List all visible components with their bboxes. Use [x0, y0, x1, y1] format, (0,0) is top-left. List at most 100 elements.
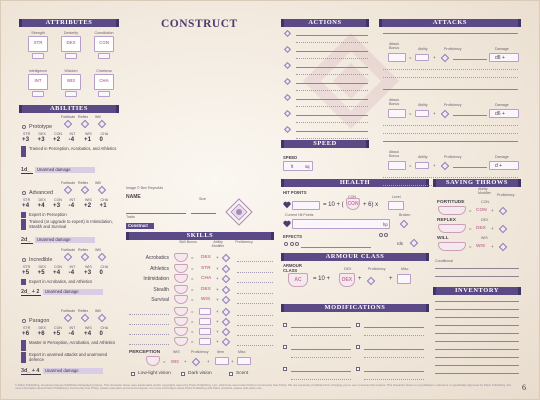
skill-bonus-field[interactable]: [174, 295, 188, 304]
custom-skill-line[interactable]: [129, 344, 169, 345]
save-proficiency-diamond[interactable]: [97, 185, 107, 195]
save-proficiency-diamond[interactable]: [63, 252, 73, 262]
inventory-line[interactable]: [435, 357, 519, 358]
modification-line[interactable]: [291, 349, 351, 350]
action-detail-line[interactable]: [296, 122, 368, 123]
action-line[interactable]: [296, 35, 368, 36]
attack-proficiency-diamond[interactable]: [440, 161, 450, 171]
attack-notes-line[interactable]: [383, 69, 518, 70]
tier-radio[interactable]: [22, 258, 26, 262]
modification-detail-line[interactable]: [364, 335, 424, 336]
effect-circle[interactable]: [295, 242, 299, 246]
current-hp-field[interactable]: [292, 219, 390, 229]
attribute-mod-field[interactable]: [98, 53, 110, 59]
attack-proficiency-diamond[interactable]: [440, 109, 450, 119]
unarmed-damage-die[interactable]: 2d_: [21, 237, 33, 244]
attack-proficiency-diamond[interactable]: [440, 53, 450, 63]
modification-detail-line[interactable]: [291, 357, 351, 358]
skill-proficiency-diamond[interactable]: [221, 253, 231, 263]
custom-skill-bonus[interactable]: [174, 307, 188, 316]
unarmed-damage-die[interactable]: 3d_ + 4: [21, 368, 41, 375]
attack-notes-line[interactable]: [383, 177, 518, 178]
tier-radio[interactable]: [22, 191, 26, 195]
attack-bonus-field[interactable]: [388, 161, 406, 170]
ac-shield[interactable]: AC: [288, 273, 308, 287]
save-proficiency-diamond[interactable]: [80, 185, 90, 195]
action-line[interactable]: [296, 99, 368, 100]
save-total-field[interactable]: [438, 206, 466, 215]
save-proficiency-diamond[interactable]: [80, 313, 90, 323]
sense-checkbox[interactable]: [181, 372, 185, 376]
perception-item-field[interactable]: [215, 357, 229, 365]
custom-skill-mod[interactable]: [199, 338, 211, 345]
unarmed-damage-die[interactable]: 1d_: [21, 167, 33, 174]
inventory-line[interactable]: [435, 301, 519, 302]
save-total-field[interactable]: [438, 224, 466, 233]
skill-proficiency-diamond[interactable]: [221, 264, 231, 273]
custom-skill-mod[interactable]: [199, 328, 211, 335]
action-detail-line[interactable]: [296, 58, 368, 59]
skill-bonus-field[interactable]: [174, 263, 188, 273]
save-proficiency-diamond[interactable]: [498, 206, 508, 216]
attack-ability-field[interactable]: [415, 54, 429, 61]
name-field[interactable]: [126, 213, 186, 214]
attribute-mod-field[interactable]: [32, 53, 44, 59]
tier-radio[interactable]: [22, 125, 26, 129]
max-hp-field[interactable]: [292, 201, 320, 210]
ac-proficiency-diamond[interactable]: [366, 276, 376, 286]
save-proficiency-diamond[interactable]: [63, 313, 73, 323]
inventory-line[interactable]: [435, 309, 519, 310]
save-proficiency-diamond[interactable]: [63, 119, 73, 129]
custom-skill-line[interactable]: [129, 324, 169, 325]
modification-line[interactable]: [364, 371, 424, 372]
attack-notes-line[interactable]: [383, 77, 518, 78]
sense-checkbox[interactable]: [229, 372, 233, 376]
action-detail-line[interactable]: [296, 90, 368, 91]
action-detail-line[interactable]: [296, 42, 368, 43]
skill-bonus-field[interactable]: [174, 284, 188, 294]
inventory-line[interactable]: [435, 333, 519, 334]
perception-misc-field[interactable]: [237, 357, 251, 365]
effect-circle[interactable]: [289, 242, 294, 246]
attack-notes-line[interactable]: [383, 133, 518, 134]
effect-diamond[interactable]: [409, 238, 419, 248]
custom-skill-line[interactable]: [129, 334, 169, 335]
attribute-mod-field[interactable]: [32, 91, 44, 97]
modification-checkbox[interactable]: [283, 345, 287, 349]
attack-bonus-field[interactable]: [388, 109, 406, 118]
modification-detail-line[interactable]: [291, 379, 351, 380]
attack-damage-field[interactable]: [489, 161, 519, 170]
skill-proficiency-diamond[interactable]: [221, 295, 231, 305]
save-proficiency-diamond[interactable]: [498, 224, 508, 234]
custom-skill-proficiency[interactable]: [221, 307, 231, 317]
attack-traits-line[interactable]: [453, 59, 487, 60]
attack-bonus-field[interactable]: [388, 53, 406, 62]
save-proficiency-diamond[interactable]: [97, 313, 107, 323]
custom-skill-bonus[interactable]: [174, 337, 188, 346]
unarmed-damage-die[interactable]: 2d_ + 2: [21, 289, 41, 296]
save-proficiency-diamond[interactable]: [97, 119, 107, 129]
custom-skill-bonus[interactable]: [174, 327, 188, 336]
save-proficiency-diamond[interactable]: [97, 252, 107, 262]
modification-checkbox[interactable]: [356, 367, 360, 371]
ac-misc-field[interactable]: [397, 274, 411, 284]
ac-dex-shield[interactable]: DEX: [339, 273, 355, 287]
save-proficiency-diamond[interactable]: [80, 119, 90, 129]
attack-name-line[interactable]: [383, 89, 518, 90]
attribute-mod-field[interactable]: [65, 53, 77, 59]
inventory-line[interactable]: [435, 341, 519, 342]
attack-traits-line[interactable]: [453, 167, 487, 168]
skill-proficiency-diamond[interactable]: [221, 274, 231, 284]
custom-skill-bonus[interactable]: [174, 317, 188, 326]
save-total-field[interactable]: [438, 242, 466, 251]
inventory-line[interactable]: [435, 325, 519, 326]
perception-bonus-field[interactable]: [146, 356, 160, 366]
modification-checkbox[interactable]: [356, 323, 360, 327]
custom-skill-line[interactable]: [129, 314, 169, 315]
modification-detail-line[interactable]: [364, 379, 424, 380]
modification-detail-line[interactable]: [364, 357, 424, 358]
effects-line[interactable]: [301, 247, 371, 248]
save-proficiency-diamond[interactable]: [498, 242, 508, 252]
skill-bonus-field[interactable]: [174, 274, 188, 283]
con-shield[interactable]: CON: [346, 198, 360, 210]
